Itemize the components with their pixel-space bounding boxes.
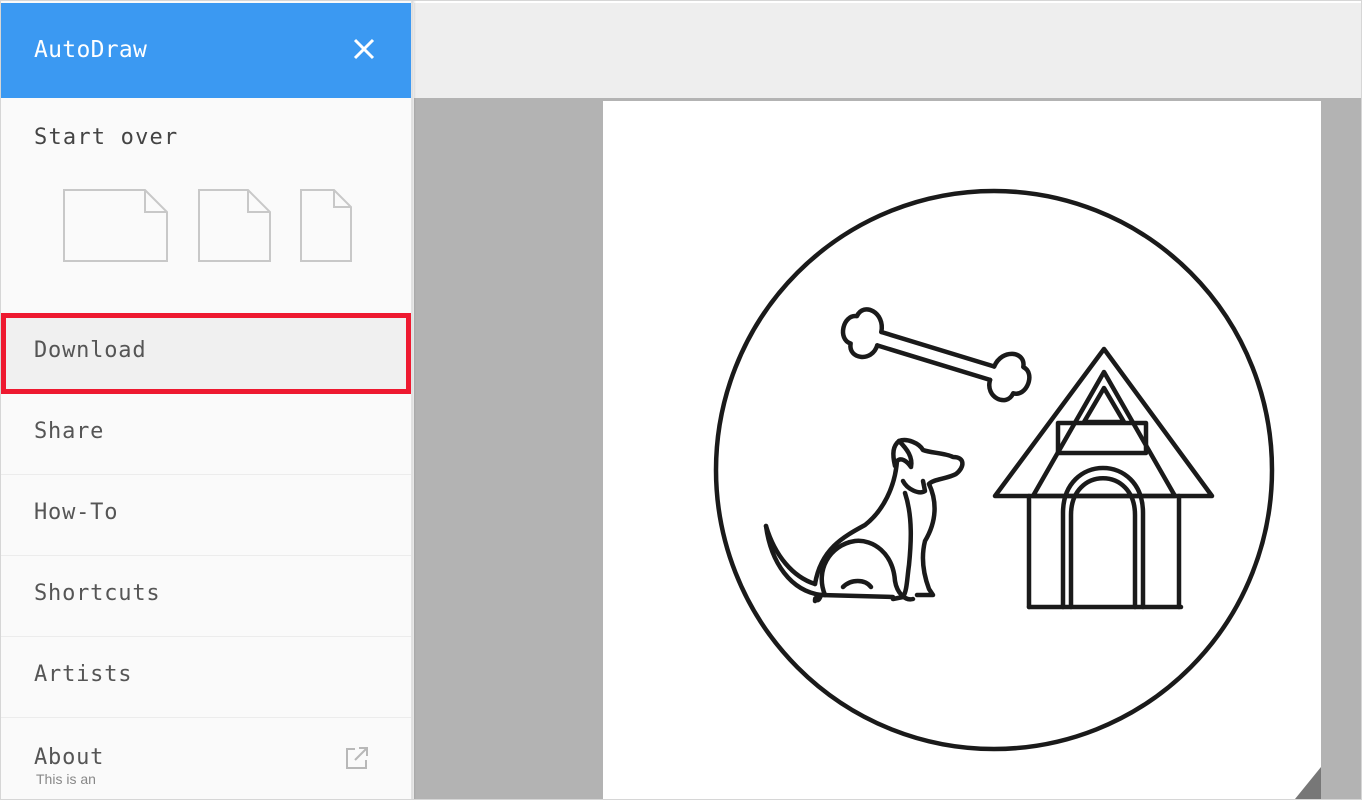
app-title: AutoDraw bbox=[34, 37, 148, 63]
close-icon bbox=[353, 38, 375, 60]
bone-shape bbox=[840, 307, 1032, 403]
menu-item-label: Download bbox=[34, 338, 147, 363]
landscape-canvas-option[interactable] bbox=[63, 189, 169, 263]
start-over-label: Start over bbox=[34, 125, 179, 150]
menu-item-how-to[interactable]: How-To bbox=[1, 475, 411, 556]
portrait-canvas-option[interactable] bbox=[300, 189, 353, 263]
menu-item-label: About bbox=[34, 745, 105, 770]
sidebar-menu: AutoDraw Start over Download Share How-T… bbox=[1, 1, 412, 799]
menu-item-artists[interactable]: Artists bbox=[1, 637, 411, 718]
dog-shape bbox=[763, 437, 965, 604]
square-canvas-option[interactable] bbox=[198, 189, 272, 263]
menu-item-download[interactable]: Download bbox=[1, 313, 411, 394]
external-link-icon bbox=[346, 747, 368, 769]
app-window: AutoDraw Start over Download Share How-T… bbox=[0, 0, 1362, 800]
menu-item-shortcuts[interactable]: Shortcuts bbox=[1, 556, 411, 637]
sidebar-header: AutoDraw bbox=[1, 3, 411, 98]
close-button[interactable] bbox=[345, 32, 383, 70]
circle-shape bbox=[713, 188, 1275, 752]
menu-item-label: Artists bbox=[34, 662, 133, 687]
resize-handle-icon[interactable] bbox=[1295, 767, 1321, 799]
menu-item-label: Shortcuts bbox=[34, 581, 161, 606]
menu-item-share[interactable]: Share bbox=[1, 394, 411, 475]
top-toolbar bbox=[414, 3, 1361, 98]
menu-item-label: How-To bbox=[34, 500, 119, 525]
about-subtext: This is an bbox=[36, 771, 96, 787]
menu-item-label: Share bbox=[34, 419, 105, 444]
drawing-illustration bbox=[713, 188, 1275, 752]
